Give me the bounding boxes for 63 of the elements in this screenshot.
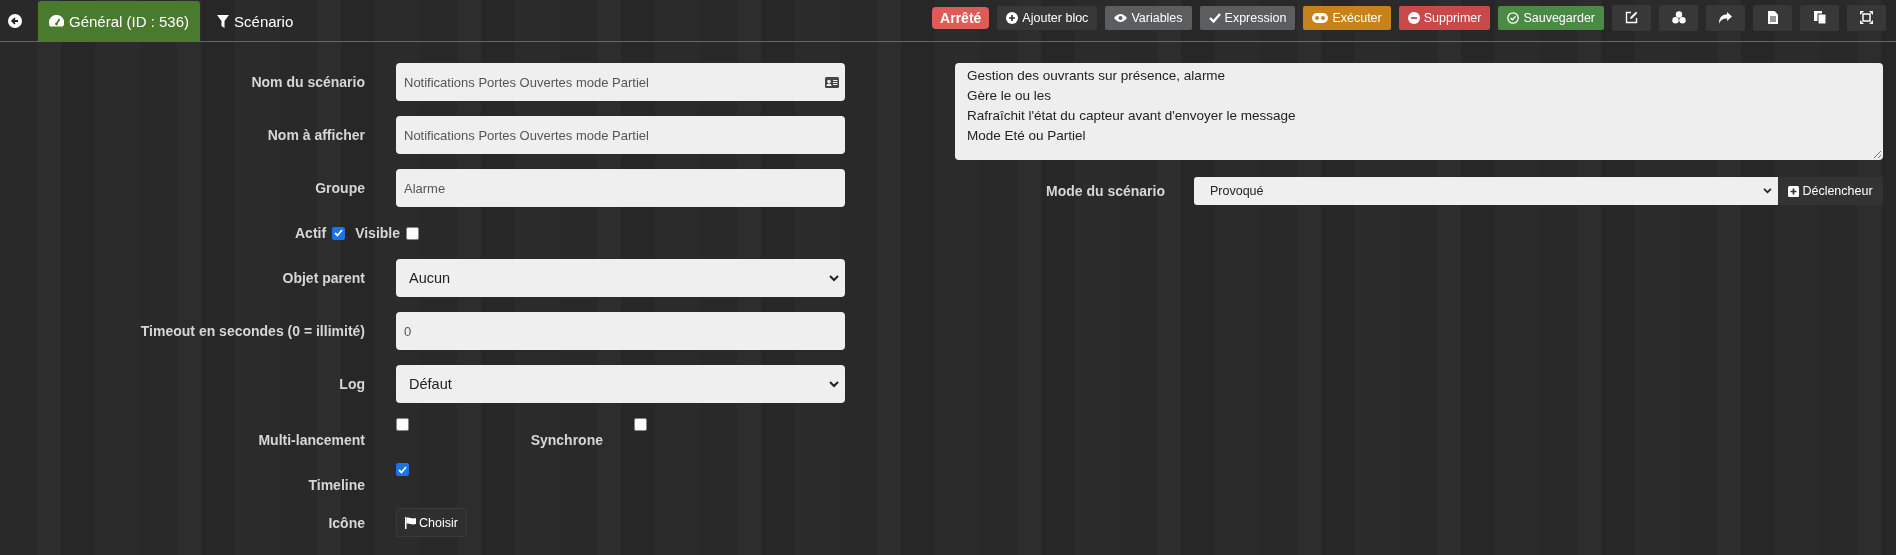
status-badge: Arrêté [932,6,990,29]
expand-button[interactable] [1847,4,1886,31]
checkbox[interactable] [332,226,346,240]
share-icon [1719,11,1732,24]
edit-button[interactable] [1612,4,1651,31]
checkbox-label: Visible [355,225,400,241]
input-field[interactable]: Notifications Portes Ouvertes mode Partiel [396,63,845,101]
filter-icon [217,14,230,28]
field-label: Timeline [307,477,365,493]
toolbar-button[interactable]: Supprimer [1398,5,1491,30]
select-field[interactable]: Provoqué [1194,177,1778,205]
gamepad-icon [1312,12,1329,23]
back-icon[interactable] [8,13,22,28]
plus-icon [1006,11,1019,24]
field-label: Nom du scénario [250,74,365,90]
input-field[interactable]: 0 [396,312,845,350]
expand-icon [1860,11,1873,24]
chevron-icon [1763,188,1772,194]
gauge-icon [49,14,64,28]
chevron-icon [829,274,839,282]
field-label: Nom à afficher [266,127,365,143]
trigger-button[interactable]: Déclencheur [1778,177,1883,205]
checkbox[interactable] [406,226,419,240]
field-label: Timeout en secondes (0 = illimité) [139,323,365,339]
copy-icon [1813,11,1826,24]
toolbar-button[interactable]: Sauvegarder [1498,5,1604,30]
edit-icon [1625,11,1638,24]
field-label: Multi-lancement [257,432,365,448]
checkbox[interactable] [396,418,409,431]
id-card-icon [825,76,839,88]
field-label: Log [338,376,365,392]
minus-icon [1407,11,1420,24]
circles-icon [1671,11,1686,24]
flag-icon [405,516,416,529]
chevron-icon [829,380,839,388]
choose-button[interactable]: Choisir [396,508,467,537]
checkbox[interactable] [634,418,647,431]
checkbox[interactable] [396,463,409,476]
input-field[interactable]: Notifications Portes Ouvertes mode Partiel [396,116,845,154]
field-label: Icône [327,514,365,531]
input-field[interactable]: Alarme [396,169,845,207]
select-field[interactable]: Défaut [396,365,845,403]
toolbar-button[interactable]: Expression [1199,5,1296,30]
checkbox-label: Actif [295,225,327,241]
field-label: Objet parent [281,270,365,286]
share-button[interactable] [1706,4,1745,31]
check-circle-icon [1507,11,1520,24]
check-icon [1208,12,1221,23]
field-label: Synchrone [529,432,603,448]
toolbar-button[interactable]: Variables [1105,5,1192,30]
plus-square-icon [1788,185,1800,197]
toolbar-button[interactable]: Ajouter bloc [997,5,1098,30]
copy-button[interactable] [1800,4,1839,31]
description-field[interactable]: Gestion des ouvrants sur présence, alarme Gère le ou les Rafraîchit l'état du capteur avant d'envoyer le message Mode Eté ou Partiel [955,63,1883,160]
field-label: Groupe [314,180,365,196]
tab[interactable]: Scénario [206,1,305,41]
field-label: Mode du scénario [1044,183,1165,199]
tab[interactable]: Général (ID : 536) [38,1,201,41]
document-icon [1767,11,1778,24]
select-field[interactable]: Aucun [396,259,845,297]
resize-grip-icon [1873,150,1881,158]
document-button[interactable] [1753,4,1792,31]
eye-icon [1114,12,1128,23]
